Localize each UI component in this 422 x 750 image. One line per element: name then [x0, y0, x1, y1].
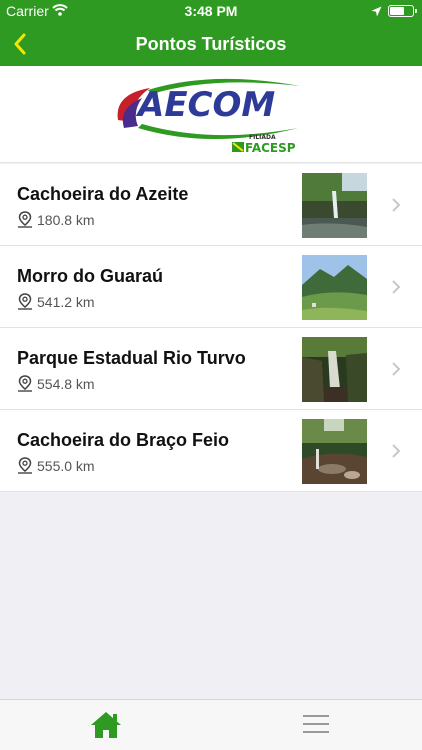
tab-bar [0, 699, 422, 750]
navigation-bar: Pontos Turísticos [0, 22, 422, 66]
page-title: Pontos Turísticos [135, 34, 287, 54]
logo-banner: AECOM FILIADA FACESP [0, 66, 422, 163]
logo-partner: FACESP [245, 141, 296, 155]
logo-tagline: FILIADA [249, 134, 276, 141]
battery-fill [390, 7, 404, 15]
menu-icon [303, 715, 329, 733]
status-time: 3:48 PM [184, 3, 238, 19]
place-distance: 180.8 km [37, 212, 95, 228]
chevron-right-icon [391, 361, 401, 382]
list-item[interactable]: Cachoeira do Azeite 180.8 km [0, 164, 422, 246]
home-tab[interactable] [89, 710, 123, 745]
chevron-right-icon [391, 279, 401, 300]
aecom-logo: AECOM FILIADA FACESP [117, 78, 300, 155]
logo-brand: AECOM [135, 85, 275, 125]
home-icon [91, 712, 121, 738]
place-name: Morro do Guaraú [17, 266, 164, 286]
place-thumbnail [302, 173, 367, 238]
list-item[interactable]: Morro do Guaraú 541.2 km [0, 246, 422, 328]
menu-tab[interactable] [303, 714, 329, 739]
place-thumbnail [302, 337, 367, 402]
places-list: Cachoeira do Azeite 180.8 km Morro do Gu… [0, 164, 422, 492]
place-distance: 555.0 km [37, 458, 95, 474]
battery-icon [388, 5, 417, 17]
map-pin-icon [17, 375, 33, 397]
list-item[interactable]: Parque Estadual Rio Turvo 554.8 km [0, 328, 422, 410]
place-name: Cachoeira do Azeite [17, 184, 189, 204]
battery-cap [415, 9, 417, 13]
place-distance: 541.2 km [37, 294, 95, 310]
map-pin-icon [17, 457, 33, 479]
location-arrow-icon [371, 4, 382, 20]
status-bar: Carrier 3:48 PM [0, 0, 422, 22]
place-name: Parque Estadual Rio Turvo [17, 348, 246, 368]
chevron-right-icon [391, 197, 401, 218]
place-thumbnail [302, 255, 367, 320]
chevron-right-icon [391, 443, 401, 464]
place-thumbnail [302, 419, 367, 484]
map-pin-icon [17, 293, 33, 315]
place-name: Cachoeira do Braço Feio [17, 430, 230, 450]
list-item[interactable]: Cachoeira do Braço Feio 555.0 km [0, 410, 422, 492]
map-pin-icon [17, 211, 33, 233]
place-distance: 554.8 km [37, 376, 95, 392]
